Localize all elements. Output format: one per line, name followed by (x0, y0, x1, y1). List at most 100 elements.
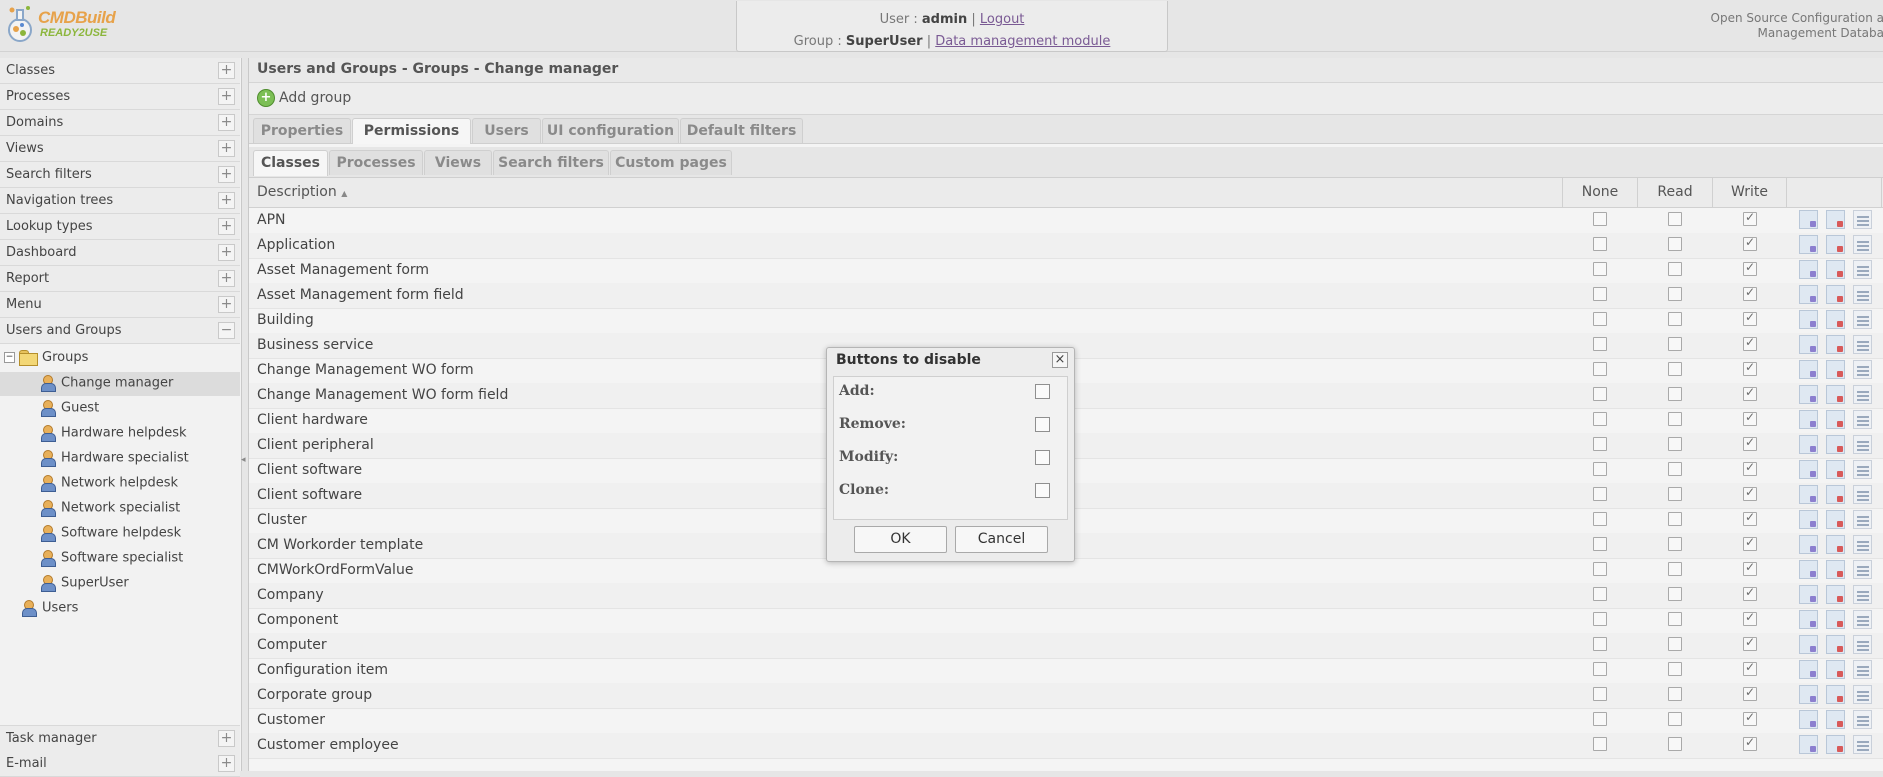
permission-write-checkbox[interactable] (1743, 235, 1757, 251)
permission-none-checkbox[interactable] (1593, 212, 1607, 226)
row-filter-icon[interactable] (1799, 710, 1818, 729)
permission-none-checkbox[interactable] (1593, 562, 1607, 576)
expand-icon[interactable]: + (218, 166, 235, 183)
permission-write-checkbox[interactable] (1743, 585, 1757, 601)
sidebar-item-report[interactable]: Report + (0, 266, 240, 292)
table-row[interactable]: Building (249, 308, 1883, 334)
row-buttons-icon[interactable] (1853, 235, 1872, 254)
row-buttons-icon[interactable] (1853, 560, 1872, 579)
expand-icon[interactable]: + (218, 192, 235, 209)
row-buttons-icon[interactable] (1853, 460, 1872, 479)
row-attributes-icon[interactable] (1826, 460, 1845, 479)
tree-node-group[interactable]: Software helpdesk (0, 522, 240, 546)
column-header-read[interactable]: Read (1638, 178, 1713, 207)
permission-read-checkbox[interactable] (1668, 587, 1682, 601)
permission-read-checkbox[interactable] (1668, 262, 1682, 276)
permission-write-checkbox[interactable] (1743, 385, 1757, 401)
subtab-search-filters[interactable]: Search filters (493, 150, 609, 175)
permission-read-checkbox[interactable] (1668, 737, 1682, 751)
permission-write-checkbox[interactable] (1743, 435, 1757, 451)
row-buttons-icon[interactable] (1853, 385, 1872, 404)
sidebar-item-lookup-types[interactable]: Lookup types + (0, 214, 240, 240)
expand-icon[interactable]: + (218, 62, 235, 79)
row-filter-icon[interactable] (1799, 585, 1818, 604)
row-buttons-icon[interactable] (1853, 485, 1872, 504)
permission-write-checkbox[interactable] (1743, 285, 1757, 301)
permission-none-checkbox[interactable] (1593, 337, 1607, 351)
sidebar-item-dashboard[interactable]: Dashboard + (0, 240, 240, 266)
tab-default-filters[interactable]: Default filters (680, 118, 803, 143)
tree-node-group[interactable]: SuperUser (0, 572, 240, 596)
row-filter-icon[interactable] (1799, 210, 1818, 229)
ok-button[interactable]: OK (854, 526, 947, 553)
permission-none-checkbox[interactable] (1593, 412, 1607, 426)
permission-none-checkbox[interactable] (1593, 662, 1607, 676)
tab-users[interactable]: Users (472, 118, 541, 143)
disable-add-checkbox[interactable] (1035, 384, 1050, 399)
permission-read-checkbox[interactable] (1668, 312, 1682, 326)
expand-icon[interactable]: + (218, 114, 235, 131)
row-filter-icon[interactable] (1799, 385, 1818, 404)
sidebar-item-domains[interactable]: Domains + (0, 110, 240, 136)
permission-write-checkbox[interactable] (1743, 735, 1757, 751)
add-group-button[interactable]: + Add group (257, 89, 351, 107)
permission-write-checkbox[interactable] (1743, 710, 1757, 726)
row-filter-icon[interactable] (1799, 485, 1818, 504)
permission-read-checkbox[interactable] (1668, 437, 1682, 451)
row-filter-icon[interactable] (1799, 460, 1818, 479)
expand-icon[interactable]: + (218, 755, 235, 772)
sidebar-item-navigation-trees[interactable]: Navigation trees + (0, 188, 240, 214)
permission-read-checkbox[interactable] (1668, 612, 1682, 626)
permission-none-checkbox[interactable] (1593, 487, 1607, 501)
row-filter-icon[interactable] (1799, 410, 1818, 429)
column-header-write[interactable]: Write (1713, 178, 1787, 207)
row-filter-icon[interactable] (1799, 660, 1818, 679)
permission-none-checkbox[interactable] (1593, 737, 1607, 751)
row-attributes-icon[interactable] (1826, 560, 1845, 579)
permission-none-checkbox[interactable] (1593, 537, 1607, 551)
row-buttons-icon[interactable] (1853, 660, 1872, 679)
permission-none-checkbox[interactable] (1593, 312, 1607, 326)
table-row[interactable]: Company (249, 583, 1883, 609)
permission-write-checkbox[interactable] (1743, 510, 1757, 526)
disable-clone-checkbox[interactable] (1035, 483, 1050, 498)
permission-none-checkbox[interactable] (1593, 387, 1607, 401)
permission-read-checkbox[interactable] (1668, 287, 1682, 301)
permission-none-checkbox[interactable] (1593, 362, 1607, 376)
close-icon[interactable]: × (1052, 352, 1068, 368)
sidebar-item-users-and-groups[interactable]: Users and Groups − (0, 318, 240, 344)
sidebar-item-email[interactable]: E-mail + (0, 751, 240, 777)
row-attributes-icon[interactable] (1826, 360, 1845, 379)
row-attributes-icon[interactable] (1826, 510, 1845, 529)
table-row[interactable]: Component (249, 608, 1883, 634)
row-attributes-icon[interactable] (1826, 535, 1845, 554)
permission-read-checkbox[interactable] (1668, 662, 1682, 676)
permission-read-checkbox[interactable] (1668, 462, 1682, 476)
expand-icon[interactable]: + (218, 140, 235, 157)
row-buttons-icon[interactable] (1853, 360, 1872, 379)
permission-none-checkbox[interactable] (1593, 462, 1607, 476)
sidebar-item-task-manager[interactable]: Task manager + (0, 725, 240, 752)
row-filter-icon[interactable] (1799, 635, 1818, 654)
row-filter-icon[interactable] (1799, 610, 1818, 629)
expand-icon[interactable]: + (218, 730, 235, 747)
row-filter-icon[interactable] (1799, 360, 1818, 379)
row-attributes-icon[interactable] (1826, 335, 1845, 354)
permission-read-checkbox[interactable] (1668, 387, 1682, 401)
row-buttons-icon[interactable] (1853, 685, 1872, 704)
permission-read-checkbox[interactable] (1668, 637, 1682, 651)
expand-icon[interactable]: + (218, 244, 235, 261)
row-filter-icon[interactable] (1799, 535, 1818, 554)
permission-none-checkbox[interactable] (1593, 287, 1607, 301)
permission-none-checkbox[interactable] (1593, 687, 1607, 701)
permission-none-checkbox[interactable] (1593, 237, 1607, 251)
row-buttons-icon[interactable] (1853, 285, 1872, 304)
row-filter-icon[interactable] (1799, 260, 1818, 279)
row-buttons-icon[interactable] (1853, 610, 1872, 629)
cmdbuild-logo[interactable]: CMDBuild READY2USE (2, 2, 122, 46)
row-attributes-icon[interactable] (1826, 735, 1845, 754)
tree-node-group[interactable]: Change manager (0, 372, 240, 396)
expand-icon[interactable]: + (218, 296, 235, 313)
permission-read-checkbox[interactable] (1668, 337, 1682, 351)
tree-node-group[interactable]: Software specialist (0, 547, 240, 571)
